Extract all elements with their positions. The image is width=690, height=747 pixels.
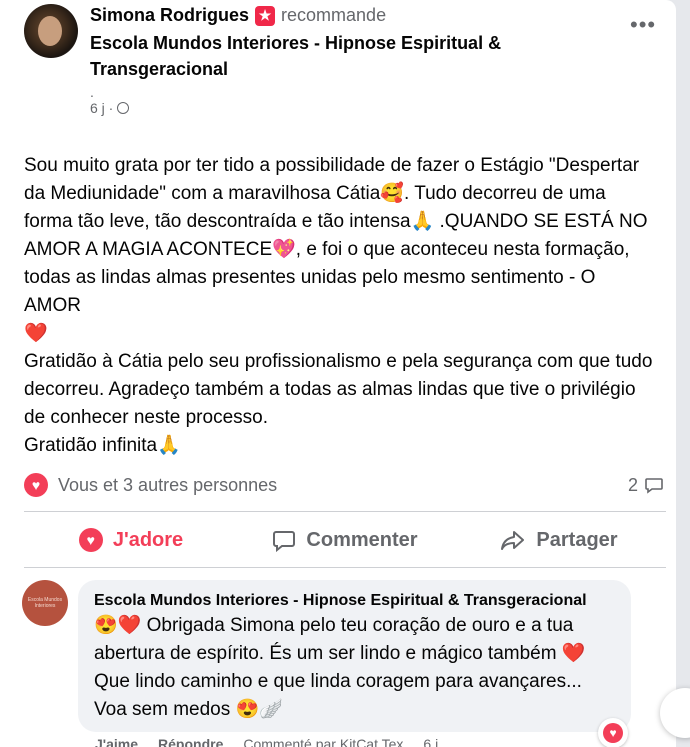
comment-like-link[interactable]: J'aime xyxy=(95,736,138,747)
badge-icon: ★ xyxy=(255,5,276,26)
page-name[interactable]: Escola Mundos Interiores - Hipnose Espir… xyxy=(90,30,590,82)
divider xyxy=(24,567,666,568)
comment-icon xyxy=(273,531,296,552)
post-header: Simona Rodrigues ★ recommande Escola Mun… xyxy=(90,5,590,116)
post-paragraph: Gratidão à Cátia pelo seu profissionalis… xyxy=(24,351,653,428)
comment-bubble: Escola Mundos Interiores - Hipnose Espir… xyxy=(78,580,631,732)
post-paragraph: Gratidão infinita🙏 xyxy=(24,435,181,456)
recommend-label: recommande xyxy=(281,5,387,25)
comment-author[interactable]: Escola Mundos Interiores - Hipnose Espir… xyxy=(94,592,615,610)
more-icon[interactable]: ••• xyxy=(630,12,656,38)
comment-avatar[interactable]: Escola Mundos Interiores xyxy=(22,580,68,626)
action-bar: ♥ J'adore Commenter Partager xyxy=(24,518,666,562)
author-name[interactable]: Simona Rodrigues xyxy=(90,5,249,26)
comment-icon xyxy=(645,478,663,494)
separator-dot: . xyxy=(90,84,94,100)
divider xyxy=(24,511,666,512)
comment-label: Commenter xyxy=(306,528,418,551)
heart-icon: ♥ xyxy=(78,528,103,552)
post-body: Sou muito grata por ter tido a possibili… xyxy=(24,152,654,460)
author-avatar[interactable] xyxy=(24,4,78,58)
reactions-text[interactable]: Vous et 3 autres personnes xyxy=(58,475,277,496)
globe-icon xyxy=(117,102,130,114)
reactions-bar: ♥ Vous et 3 autres personnes 2 xyxy=(24,470,664,500)
comment-button[interactable]: Commenter xyxy=(238,518,452,562)
post-card: Simona Rodrigues ★ recommande Escola Mun… xyxy=(0,0,676,747)
share-icon xyxy=(501,531,525,550)
like-label: J'adore xyxy=(112,528,184,551)
post-time[interactable]: 6 j · xyxy=(90,100,113,116)
post-paragraph: Sou muito grata por ter tido a possibili… xyxy=(24,155,648,316)
comments-count[interactable]: 2 xyxy=(628,475,664,496)
post-paragraph: ❤️ xyxy=(24,323,48,344)
heart-icon: ♥ xyxy=(24,473,48,497)
comment-by: Commenté par KitCat Tex xyxy=(243,736,404,747)
comment-footer: J'aime Répondre Commenté par KitCat Tex … xyxy=(95,736,438,747)
like-button[interactable]: ♥ J'adore xyxy=(24,518,238,562)
comment-reaction[interactable]: ♥ xyxy=(598,718,628,747)
share-button[interactable]: Partager xyxy=(452,518,666,562)
comment-text: 😍❤️ Obrigada Simona pelo teu coração de … xyxy=(94,615,586,720)
share-label: Partager xyxy=(536,528,618,551)
comment-reply-link[interactable]: Répondre xyxy=(158,736,223,747)
heart-icon: ♥ xyxy=(603,723,623,743)
comment-time[interactable]: 6 j xyxy=(423,736,438,747)
